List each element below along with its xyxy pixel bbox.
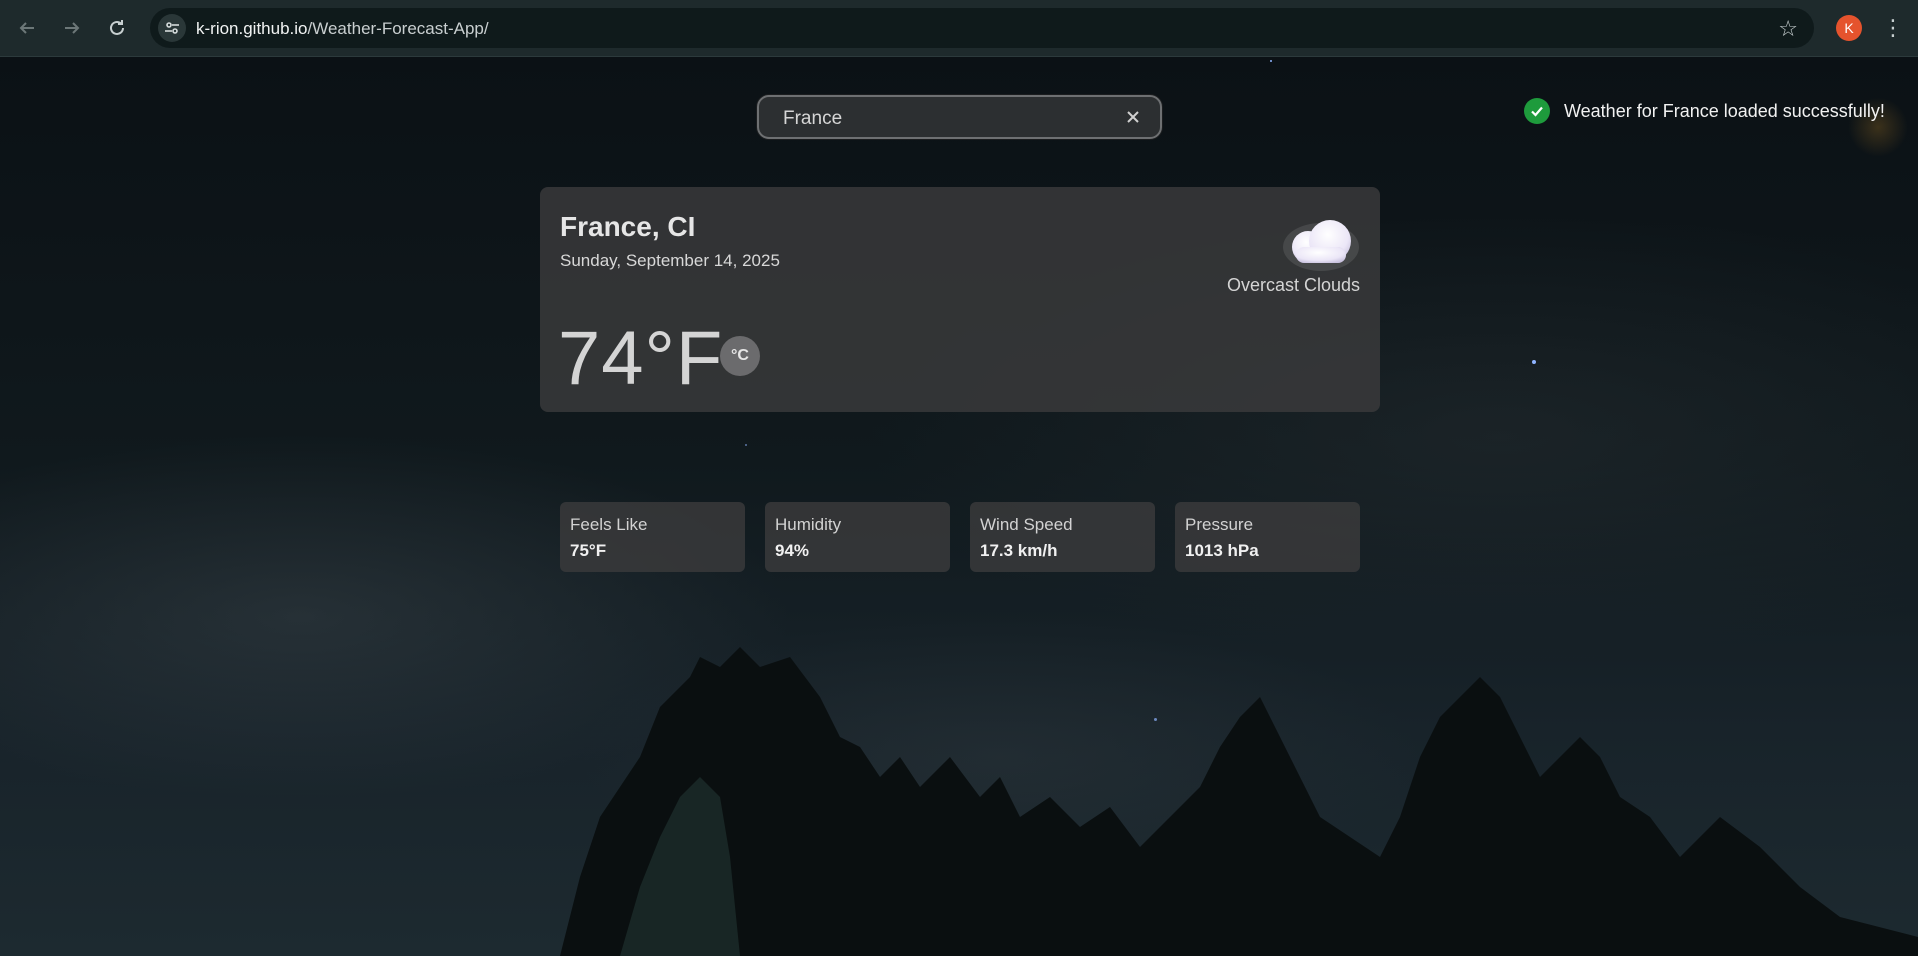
weather-page: Weather for France loaded successfully! …	[0, 57, 1918, 956]
bookmark-star-icon[interactable]: ☆	[1778, 16, 1798, 42]
profile-avatar[interactable]: K	[1836, 15, 1862, 41]
url-host: k-rion.github.io	[196, 19, 308, 38]
star-decoration	[1154, 718, 1157, 721]
profile-initial: K	[1844, 20, 1854, 36]
site-info-button[interactable]	[158, 14, 186, 42]
stat-label: Wind Speed	[980, 515, 1073, 534]
clear-search-icon[interactable]	[1122, 106, 1144, 128]
stat-value: 17.3 km/h	[980, 541, 1058, 560]
browser-menu-icon[interactable]: ⋮	[1880, 13, 1906, 43]
stat-label: Humidity	[775, 515, 842, 534]
city-search-input[interactable]	[781, 107, 1105, 131]
city-search-box	[757, 95, 1162, 139]
arrow-left-icon	[19, 22, 34, 34]
reload-button[interactable]	[102, 13, 132, 43]
tune-icon	[165, 22, 179, 34]
stat-value: 1013 hPa	[1185, 541, 1259, 560]
current-weather-card: France, CI Sunday, September 14, 2025 74…	[540, 187, 1380, 412]
reload-icon	[110, 20, 124, 35]
toast-message: Weather for France loaded successfully!	[1564, 100, 1885, 121]
star-decoration	[1270, 60, 1272, 62]
check-circle-icon	[1524, 98, 1550, 124]
star-decoration	[1532, 360, 1536, 364]
current-temperature: 74°F	[558, 316, 724, 401]
stat-wind-speed: Wind Speed 17.3 km/h	[970, 502, 1155, 572]
url-path: /Weather-Forecast-App/	[307, 19, 489, 38]
weather-condition: Overcast Clouds	[1226, 275, 1360, 295]
city-name: France, CI	[560, 211, 696, 242]
stat-humidity: Humidity 94%	[765, 502, 950, 572]
arrow-right-icon	[65, 22, 80, 34]
stat-value: 75°F	[570, 541, 607, 560]
stat-label: Feels Like	[570, 515, 648, 534]
stat-pressure: Pressure 1013 hPa	[1175, 502, 1360, 572]
stat-value: 94%	[775, 541, 810, 560]
back-button[interactable]	[12, 13, 42, 43]
unit-toggle-button[interactable]: °C	[720, 336, 760, 376]
address-bar[interactable]: k-rion.github.io/Weather-Forecast-App/ ☆	[150, 8, 1814, 48]
forward-button[interactable]	[57, 13, 87, 43]
weather-stats: Feels Like 75°F Humidity 94% Wind Speed …	[560, 502, 1360, 572]
current-date: Sunday, September 14, 2025	[560, 251, 780, 270]
success-toast: Weather for France loaded successfully!	[1524, 95, 1885, 127]
cloud-icon	[1283, 220, 1359, 271]
star-decoration	[745, 444, 747, 446]
stat-label: Pressure	[1185, 515, 1254, 534]
browser-toolbar: k-rion.github.io/Weather-Forecast-App/ ☆…	[0, 0, 1918, 57]
url-text[interactable]: k-rion.github.io/Weather-Forecast-App/	[196, 19, 489, 39]
stat-feels-like: Feels Like 75°F	[560, 502, 745, 572]
